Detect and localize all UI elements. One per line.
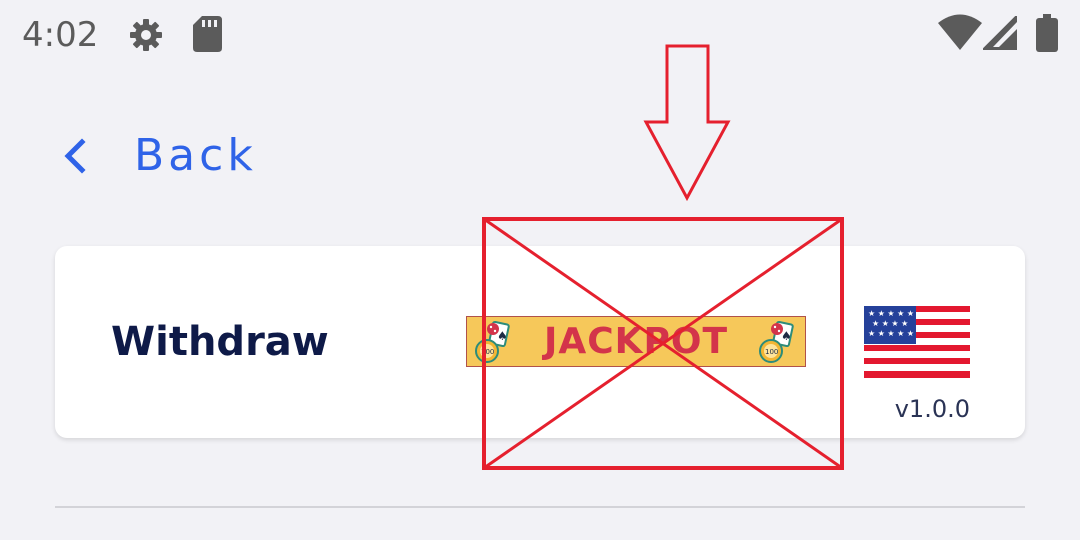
version-label: v1.0.0 <box>894 395 970 423</box>
status-time: 4:02 <box>22 15 99 55</box>
back-label: Back <box>134 130 257 181</box>
status-bar: 4:02 <box>0 0 1080 70</box>
chevron-left-icon <box>64 138 86 174</box>
svg-text:★ ★ ★ ★ ★: ★ ★ ★ ★ ★ <box>868 309 914 318</box>
gear-icon <box>130 19 162 51</box>
sd-card-icon <box>193 16 222 52</box>
signal-icon <box>983 16 1017 50</box>
svg-text:★ ★ ★ ★: ★ ★ ★ ★ <box>872 319 908 328</box>
svg-text:★ ★ ★ ★ ★: ★ ★ ★ ★ ★ <box>868 329 914 338</box>
casino-chips-icon: ♠ 100 <box>759 320 794 363</box>
withdraw-card[interactable]: Withdraw ♠ 100 JACKPOT ♠ 100 ★ ★ ★ ★ ★ ★… <box>55 246 1025 438</box>
battery-icon <box>1036 14 1058 52</box>
wifi-icon <box>938 14 982 50</box>
divider <box>55 506 1025 508</box>
withdraw-title: Withdraw <box>111 319 329 365</box>
us-flag-icon[interactable]: ★ ★ ★ ★ ★ ★ ★ ★ ★ ★ ★ ★ ★ ★ <box>864 306 970 378</box>
back-button[interactable]: Back <box>60 126 257 186</box>
jackpot-banner[interactable]: ♠ 100 JACKPOT ♠ 100 <box>466 316 806 367</box>
svg-text:100: 100 <box>765 348 778 356</box>
